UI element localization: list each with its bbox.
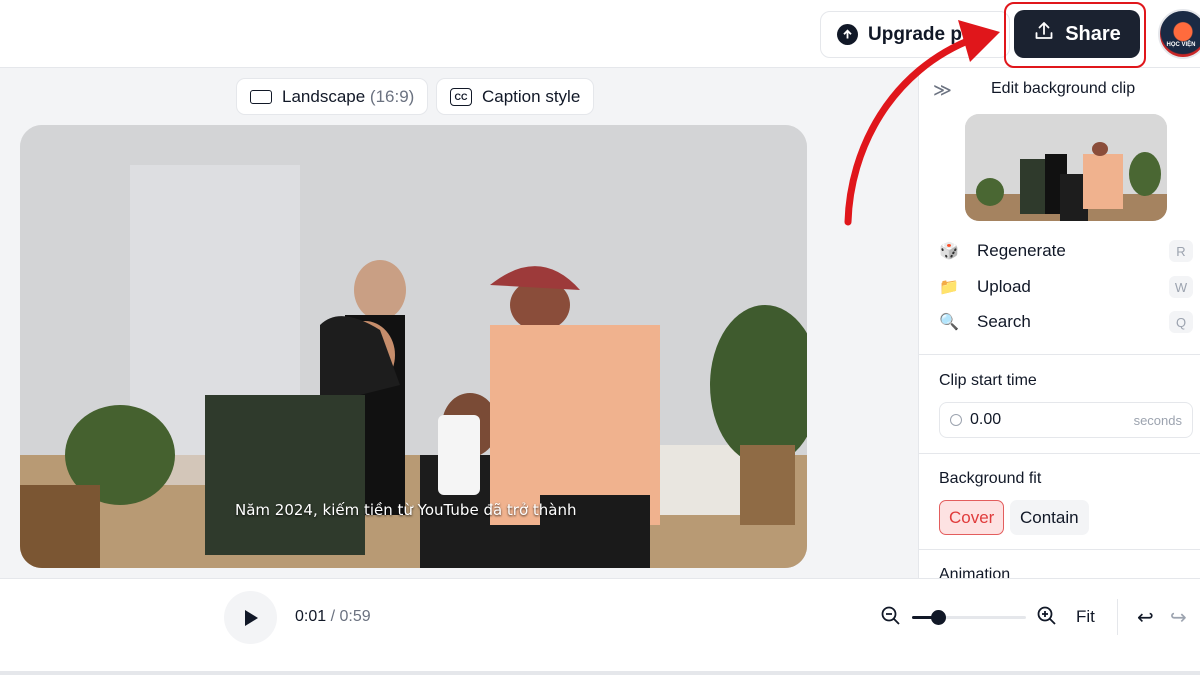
current-time: 0:01 [295, 608, 327, 625]
play-icon [244, 609, 258, 626]
folder-icon: 📁 [939, 279, 959, 296]
search-action[interactable]: 🔍 Search Q [939, 309, 1193, 335]
upload-shortcut: W [1169, 276, 1193, 298]
fit-zoom-button[interactable]: Fit [1076, 607, 1095, 627]
clock-icon [950, 414, 962, 426]
clip-start-label: Clip start time [939, 372, 1037, 389]
dice-icon: 🎲 [939, 243, 959, 260]
footer-bottom-border [0, 671, 1200, 675]
regenerate-action[interactable]: 🎲 Regenerate R [939, 238, 1193, 264]
avatar-logo-text: HỌC VIỆN [1166, 42, 1196, 48]
background-clip-thumbnail[interactable] [965, 114, 1167, 221]
aspect-ratio-button[interactable]: Landscape (16:9) [236, 78, 429, 115]
regenerate-label: Regenerate [977, 241, 1066, 260]
duration: 0:59 [339, 608, 371, 625]
regenerate-shortcut: R [1169, 240, 1193, 262]
share-button[interactable]: Share [1014, 10, 1140, 58]
clip-start-input[interactable]: 0.00 seconds [939, 402, 1193, 438]
video-subtitle: Năm 2024, kiếm tiền từ YouTube đã trở th… [235, 501, 577, 519]
undo-icon[interactable]: ↩ [1137, 605, 1154, 630]
panel-divider [919, 354, 1200, 355]
caption-style-label: Caption style [482, 86, 581, 106]
aspect-ratio-text: (16:9) [369, 86, 415, 106]
upgrade-plan-button[interactable]: Upgrade plan [820, 11, 1010, 58]
fit-contain-button[interactable]: Contain [1010, 500, 1089, 535]
arrow-up-circle-icon [837, 24, 858, 45]
fit-cover-button[interactable]: Cover [939, 500, 1005, 535]
search-shortcut: Q [1169, 311, 1193, 333]
time-display: 0:01 / 0:59 [295, 608, 371, 626]
upload-action[interactable]: 📁 Upload W [939, 274, 1193, 300]
magnifier-icon: 🔍 [939, 314, 959, 331]
clip-start-unit: seconds [1133, 412, 1182, 428]
closed-caption-icon: CC [450, 87, 472, 106]
playback-bar: 0:01 / 0:59 Fit ↩ ↪ [0, 578, 1200, 675]
panel-title: Edit background clip [991, 80, 1136, 97]
upgrade-plan-label: Upgrade plan [868, 23, 990, 45]
avatar[interactable]: HỌC VIỆN [1158, 9, 1200, 59]
panel-divider [919, 549, 1200, 550]
search-label: Search [977, 312, 1031, 331]
background-fit-label: Background fit [939, 470, 1042, 487]
footer-divider [1117, 599, 1118, 635]
preview-stage: Landscape (16:9) CC Caption style Năm 20… [0, 68, 918, 578]
aspect-label: Landscape [282, 86, 366, 106]
top-header: Upgrade plan Share HỌC VIỆN [0, 0, 1200, 68]
zoom-slider[interactable] [912, 610, 1026, 625]
share-label: Share [1065, 22, 1121, 45]
collapse-panel-icon[interactable]: ≫ [933, 80, 952, 101]
clip-start-value: 0.00 [970, 411, 1002, 428]
animation-label: Animation [939, 566, 1011, 578]
edit-panel: ≫ Edit background clip 🎲 Regenerate R 📁 … [918, 68, 1200, 578]
upload-label: Upload [977, 277, 1031, 296]
zoom-slider-handle[interactable] [931, 610, 946, 625]
thumbnail-image [965, 114, 1167, 221]
play-button[interactable] [224, 591, 277, 644]
video-preview[interactable]: Năm 2024, kiếm tiền từ YouTube đã trở th… [20, 125, 807, 568]
landscape-icon [250, 89, 272, 104]
zoom-out-icon[interactable] [880, 605, 902, 632]
redo-icon[interactable]: ↪ [1170, 605, 1187, 630]
panel-divider [919, 453, 1200, 454]
caption-style-button[interactable]: CC Caption style [436, 78, 595, 115]
time-separator: / [326, 608, 340, 625]
upload-icon [1033, 20, 1055, 48]
zoom-in-icon[interactable] [1036, 605, 1058, 632]
